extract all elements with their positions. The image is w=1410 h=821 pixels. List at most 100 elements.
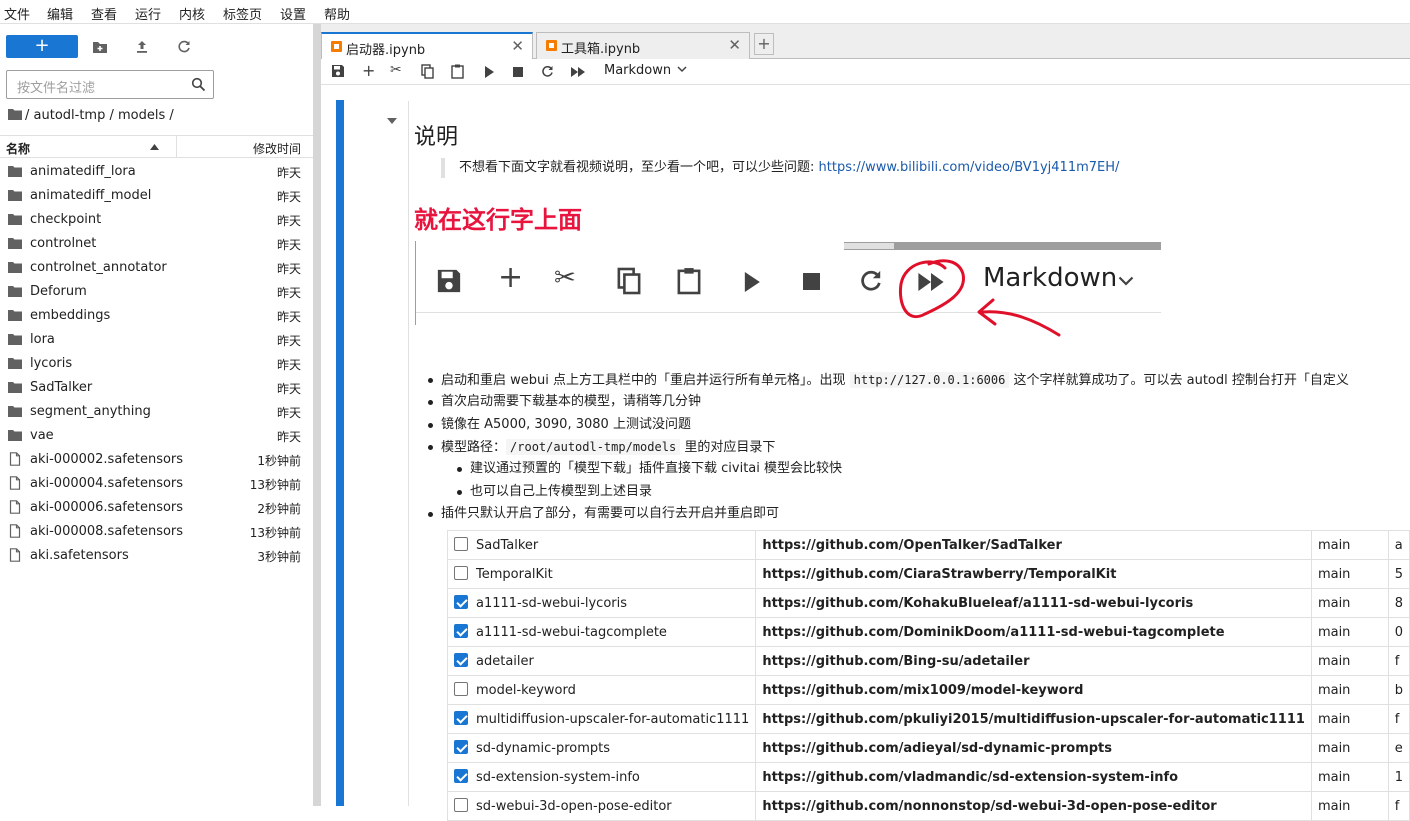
file-list-item[interactable]: lycoris 昨天	[0, 352, 313, 376]
cell-type-select[interactable]: Markdown	[604, 63, 687, 78]
plugin-checkbox[interactable]	[454, 740, 468, 754]
new-folder-icon[interactable]	[91, 38, 109, 56]
active-cell-indicator[interactable]	[336, 100, 344, 806]
plugin-name-cell: SadTalker	[446, 530, 757, 560]
save-icon	[437, 269, 461, 293]
plugin-url-cell: https://github.com/CiaraStrawberry/Tempo…	[755, 559, 1312, 589]
tab-launcher-notebook[interactable]: 启动器.ipynb ✕	[321, 32, 533, 60]
restart-icon	[861, 270, 881, 291]
cut-icon[interactable]: ✂	[390, 62, 402, 78]
plugin-checkbox[interactable]	[454, 537, 468, 551]
file-list-item[interactable]: aki-000004.safetensors 13秒钟前	[0, 472, 313, 496]
table-row: sd-webui-3d-open-pose-editor https://gith…	[446, 791, 1410, 821]
filter-input[interactable]: 按文件名过滤	[6, 70, 214, 99]
quote-text: 不想看下面文字就看视频说明，至少看一个吧，可以少些问题:	[459, 160, 819, 175]
breadcrumb[interactable]: / autodl-tmp / models /	[8, 108, 174, 123]
add-cell-icon[interactable]: +	[362, 61, 375, 80]
paste-icon[interactable]	[451, 64, 464, 79]
add-tab-button[interactable]: +	[754, 33, 774, 55]
menu-help[interactable]: 帮助	[324, 4, 350, 23]
menu-view[interactable]: 查看	[91, 4, 117, 23]
menu-kernel[interactable]: 内核	[179, 4, 205, 23]
save-icon[interactable]	[331, 64, 345, 78]
column-divider[interactable]	[176, 136, 177, 157]
plugin-checkbox[interactable]	[454, 682, 468, 696]
close-icon[interactable]: ✕	[511, 37, 524, 55]
collapse-heading-icon[interactable]	[387, 118, 397, 124]
menu-file[interactable]: 文件	[4, 4, 30, 23]
notebook-toolbar: + ✂ Markdown	[321, 59, 1410, 85]
plugin-name-cell: adetailer	[446, 646, 757, 676]
folder-icon	[8, 190, 22, 201]
file-modified: 昨天	[276, 310, 301, 324]
file-list-item[interactable]: animatediff_model 昨天	[0, 184, 313, 208]
plugin-checkbox[interactable]	[454, 566, 468, 580]
panel-splitter[interactable]	[313, 24, 321, 806]
inline-code: /root/autodl-tmp/models	[506, 439, 681, 455]
file-list-item[interactable]: segment_anything 昨天	[0, 400, 313, 424]
upload-icon[interactable]	[133, 38, 151, 56]
file-list-item[interactable]: embeddings 昨天	[0, 304, 313, 328]
column-modified[interactable]: 修改时间	[253, 140, 301, 157]
breadcrumb-path[interactable]: / autodl-tmp / models /	[25, 108, 174, 123]
file-list-item[interactable]: aki-000002.safetensors 1秒钟前	[0, 448, 313, 472]
file-list-item[interactable]: Deforum 昨天	[0, 280, 313, 304]
tab-toolbox-notebook[interactable]: 工具箱.ipynb ✕	[536, 32, 750, 59]
plugin-branch-cell: main	[1310, 791, 1389, 821]
plugin-branch-cell: main	[1310, 762, 1389, 792]
file-list-item[interactable]: aki-000008.safetensors 13秒钟前	[0, 520, 313, 544]
sub-bullet-item: 建议通过预置的「模型下载」插件直接下载 civitai 模型会比较快	[456, 461, 843, 476]
bullet-item: 首次启动需要下载基本的模型，请稍等几分钟	[427, 394, 702, 409]
menu-run[interactable]: 运行	[135, 4, 161, 23]
plugin-branch-cell: main	[1310, 588, 1389, 618]
bullet-text: 这个字样就算成功了。可以去 autodl 控制台打开「自定义	[1009, 373, 1349, 388]
file-list-item[interactable]: lora 昨天	[0, 328, 313, 352]
file-list-item[interactable]: controlnet 昨天	[0, 232, 313, 256]
tab-label: 工具箱.ipynb	[561, 42, 641, 57]
run-icon[interactable]	[484, 66, 494, 78]
restart-icon[interactable]	[541, 65, 554, 78]
file-name: lycoris	[30, 356, 73, 371]
file-name: lora	[30, 332, 55, 347]
bullet-item-models: 模型路径：/root/autodl-tmp/models 里的对应目录下	[427, 438, 775, 457]
file-name: controlnet_annotator	[30, 260, 167, 275]
plugin-checkbox[interactable]	[454, 624, 468, 638]
stop-icon[interactable]	[513, 67, 523, 77]
file-list-item[interactable]: controlnet_annotator 昨天	[0, 256, 313, 280]
refresh-icon[interactable]	[175, 38, 193, 56]
plugin-checkbox[interactable]	[454, 653, 468, 667]
menu-settings[interactable]: 设置	[280, 4, 306, 23]
plugin-checkbox[interactable]	[454, 595, 468, 609]
column-name[interactable]: 名称	[6, 140, 30, 157]
file-list-item[interactable]: checkpoint 昨天	[0, 208, 313, 232]
new-launcher-button[interactable]: +	[6, 35, 78, 58]
file-list-item[interactable]: aki.safetensors 3秒钟前	[0, 544, 313, 568]
file-name: vae	[30, 428, 54, 443]
copy-icon[interactable]	[421, 64, 434, 79]
file-modified: 3秒钟前	[257, 550, 301, 564]
file-modified: 13秒钟前	[249, 478, 301, 492]
chevron-down-icon	[1118, 276, 1134, 286]
close-icon[interactable]: ✕	[728, 36, 741, 54]
plugin-checkbox[interactable]	[454, 798, 468, 812]
menu-tabs[interactable]: 标签页	[223, 4, 262, 23]
plugin-url-cell: https://github.com/KohakuBlueleaf/a1111-…	[755, 588, 1312, 618]
plugin-name: adetailer	[476, 654, 534, 669]
file-list-item[interactable]: vae 昨天	[0, 424, 313, 448]
file-list-item[interactable]: animatediff_lora 昨天	[0, 160, 313, 184]
plugin-checkbox[interactable]	[454, 711, 468, 725]
file-list-item[interactable]: SadTalker 昨天	[0, 376, 313, 400]
file-modified: 昨天	[276, 286, 301, 300]
file-modified: 13秒钟前	[249, 526, 301, 540]
plugin-checkbox[interactable]	[454, 769, 468, 783]
plugin-branch-cell: main	[1310, 733, 1389, 763]
plugin-url-cell: https://github.com/adieyal/sd-dynamic-pr…	[755, 733, 1312, 763]
file-list-item[interactable]: aki-000006.safetensors 2秒钟前	[0, 496, 313, 520]
table-row: adetailer https://github.com/Bing-su/adet…	[446, 646, 1410, 676]
tab-bar: 启动器.ipynb ✕ 工具箱.ipynb ✕ +	[321, 24, 1410, 60]
table-row: model-keyword https://github.com/mix1009/…	[446, 675, 1410, 705]
fast-forward-icon[interactable]	[571, 67, 585, 77]
video-link[interactable]: https://www.bilibili.com/video/BV1yj411m…	[819, 160, 1120, 175]
menu-edit[interactable]: 编辑	[47, 4, 73, 23]
file-name: Deforum	[30, 284, 87, 299]
